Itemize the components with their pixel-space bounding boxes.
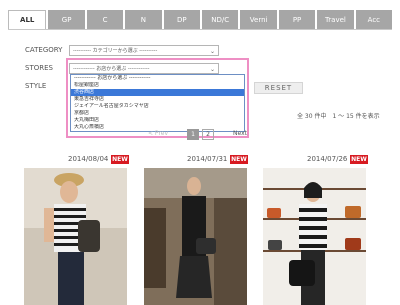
- stores-dropdown-list: ------------ お店から選ぶ ------------ 松屋銀座店 渋…: [70, 74, 245, 132]
- page-2-button[interactable]: 2: [202, 129, 214, 140]
- stores-option[interactable]: 東急吉祥寺店: [71, 96, 244, 103]
- new-badge: NEW: [111, 155, 129, 164]
- product-photo[interactable]: [24, 168, 127, 305]
- product-photo[interactable]: [263, 168, 366, 305]
- tab-divider: [8, 29, 392, 30]
- tab-travel[interactable]: Travel: [317, 10, 354, 29]
- category-tabs: ALL GP C N DP ND/C Verni PP Travel Acc: [8, 10, 393, 29]
- prev-link[interactable]: < Prev: [148, 130, 168, 137]
- page-1-button[interactable]: 1: [187, 129, 199, 140]
- category-label: CATEGORY: [25, 46, 63, 54]
- category-select[interactable]: ---------- カテゴリーから選ぶ ---------- ⌄: [69, 45, 219, 56]
- item-date: 2014/07/26: [307, 155, 348, 163]
- new-badge: NEW: [230, 155, 248, 164]
- photo-woman-handbag-display: [263, 168, 366, 305]
- stores-option[interactable]: 大丸梅田店: [71, 117, 244, 124]
- tab-nd-c[interactable]: ND/C: [202, 10, 239, 29]
- tab-dp[interactable]: DP: [163, 10, 201, 29]
- result-count: 全 30 件中 1 〜 15 件を表示: [297, 113, 380, 120]
- reset-button[interactable]: RESET: [254, 82, 303, 94]
- stores-option[interactable]: 京都店: [71, 110, 244, 117]
- tab-acc[interactable]: Acc: [355, 10, 393, 29]
- stores-option[interactable]: 松屋銀座店: [71, 82, 244, 89]
- item-date: 2014/08/04: [68, 155, 109, 163]
- tab-all[interactable]: ALL: [8, 10, 47, 29]
- product-photo[interactable]: [144, 168, 247, 305]
- tab-verni[interactable]: Verni: [240, 10, 277, 29]
- tab-n[interactable]: N: [125, 10, 162, 29]
- photo-woman-black-dress: [144, 168, 247, 305]
- photo-woman-striped-shirt: [24, 168, 127, 305]
- stores-option[interactable]: ジェイアール名古屋タカシマヤ店: [71, 103, 244, 110]
- stores-label: STORES: [25, 64, 53, 72]
- style-label: STYLE: [25, 82, 47, 90]
- stores-option[interactable]: ------------ お店から選ぶ ------------: [71, 75, 244, 82]
- tab-pp[interactable]: PP: [278, 10, 316, 29]
- item-date: 2014/07/31: [187, 155, 228, 163]
- tab-c[interactable]: C: [86, 10, 124, 29]
- category-select-value: ---------- カテゴリーから選ぶ ----------: [73, 48, 158, 54]
- next-link[interactable]: Next: [233, 130, 247, 137]
- stores-option-selected[interactable]: 渋谷西店: [71, 89, 244, 96]
- chevron-down-icon: ⌄: [209, 48, 215, 55]
- new-badge: NEW: [350, 155, 368, 164]
- tab-gp[interactable]: GP: [48, 10, 85, 29]
